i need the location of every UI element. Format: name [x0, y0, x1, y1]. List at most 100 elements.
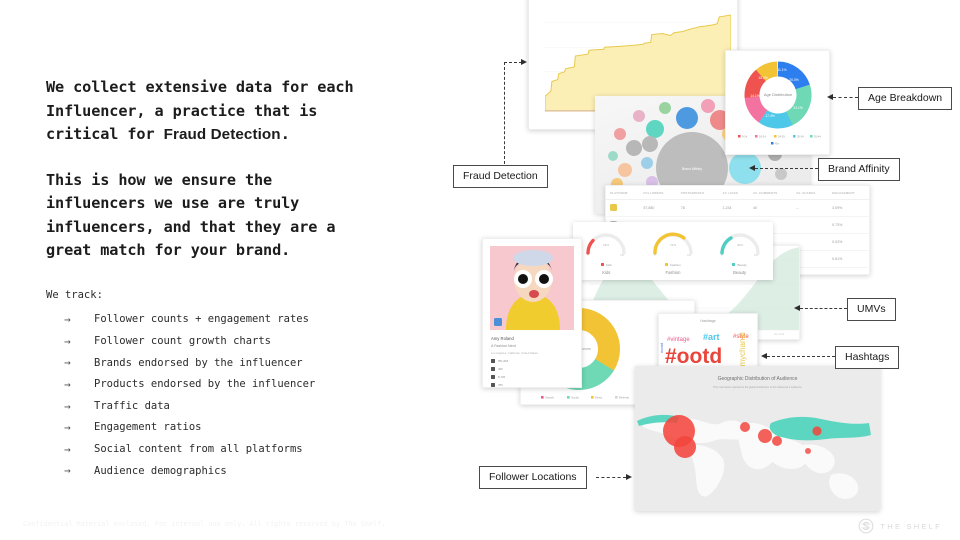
callout-brand-affinity[interactable]: Brand Affinity	[818, 158, 900, 182]
gauge-fashion-arc: 72% 0 100	[653, 232, 693, 257]
callout-hashtags[interactable]: Hashtags	[835, 346, 900, 370]
pinterest-icon	[491, 367, 495, 371]
col-av-comments: AV. COMMENTS	[749, 186, 793, 200]
gauge-fashion-key-label: Fashion	[670, 262, 681, 267]
hashtag-word: #ootd	[659, 343, 664, 353]
gauge-beauty-key-label: Beauty	[737, 262, 747, 267]
platform-icon	[610, 204, 617, 211]
list-item-label: Follower count growth charts	[94, 335, 272, 348]
svg-text:Nov 2019: Nov 2019	[774, 333, 785, 336]
leader-hashtags-arrow	[761, 353, 767, 359]
svg-text:24-29: 24-29	[778, 134, 785, 138]
profile-stat-value: 8,726	[498, 375, 505, 379]
confidential-footer: Confidential Material enclosed. For inte…	[23, 520, 386, 528]
svg-text:18%: 18%	[603, 243, 609, 247]
panel-follower-map: Geographic Distribution of Audience This…	[635, 366, 880, 511]
list-item: → Audience demographics	[46, 460, 436, 482]
list-item-label: Products endorsed by the influencer	[94, 378, 316, 391]
svg-text:15.0%: 15.0%	[758, 76, 768, 80]
cell-followers: 57,880	[639, 199, 677, 217]
cell-comments: 40	[749, 199, 793, 217]
callout-fraud-detection[interactable]: Fraud Detection	[453, 165, 548, 189]
list-item: → Brands endorsed by the influencer	[46, 352, 436, 374]
callout-age-breakdown[interactable]: Age Breakdown	[858, 87, 953, 111]
profile-stat-pinterest: 466	[491, 367, 581, 371]
brand-affinity-center-label: Brand Affinity	[682, 167, 702, 171]
profile-portrait	[490, 246, 574, 330]
age-distribution-donut-chart: Age Distribution 20.0% 23.1% 17.4% 14.1%…	[738, 61, 821, 145]
col-av-likes: AV. LIKES	[718, 186, 750, 200]
tracked-metrics-list: → Follower counts + engagement rates → Fol…	[46, 309, 436, 482]
legend-dot	[732, 263, 736, 266]
slide-root: We collect extensive data for each Influ…	[0, 0, 960, 540]
legend-dot	[665, 263, 669, 266]
we-track-label: We track:	[46, 288, 103, 301]
world-map	[637, 414, 871, 499]
arrow-icon: →	[64, 378, 71, 392]
leader-fraud-arrow	[521, 59, 527, 65]
list-item-label: Audience demographics	[94, 464, 227, 477]
svg-text:100: 100	[754, 254, 759, 256]
platform-chip-cell	[606, 199, 640, 217]
gauge-kids-arc: 18% 0 100	[586, 232, 627, 257]
dashboard-collage: Follower Growth This dashboard element i…	[440, 0, 960, 540]
arrow-icon: →	[64, 421, 71, 435]
legend-dot	[600, 263, 604, 266]
gauge-kids-key: Kids	[584, 263, 628, 267]
profile-stat-instagram: 951,618	[491, 359, 581, 363]
callout-umvs[interactable]: UMVs	[847, 298, 896, 322]
list-item: → Social content from all platforms	[46, 439, 436, 461]
col-posts-month: POSTS/MONTH	[676, 186, 719, 200]
profile-stat-value: 780	[498, 383, 503, 387]
svg-text:Search: Search	[545, 396, 554, 400]
brand-logo: THE SHELF	[858, 518, 942, 534]
gauge-kids-label: Kids	[602, 269, 611, 275]
headline-line-2: Influencer, a practice that is	[46, 101, 318, 120]
leader-brand-line	[755, 168, 818, 169]
headline-line-3: critical for Fraud Detection.	[46, 123, 436, 147]
profile-stat-value: 951,618	[498, 359, 509, 363]
table-header-row: PLATFORM FOLLOWERS POSTS/MONTH AV. LIKES…	[606, 186, 869, 200]
map-bubble	[740, 422, 750, 432]
svg-text:30-34: 30-34	[797, 134, 804, 138]
svg-text:14.1%: 14.1%	[750, 94, 760, 98]
svg-text:23.1%: 23.1%	[793, 106, 803, 110]
arrow-icon: →	[64, 464, 71, 478]
hashtag-word: #art	[703, 332, 720, 342]
gauge-beauty-label: Beauty	[733, 269, 747, 275]
arrow-icon: →	[64, 313, 71, 327]
gauge-kids-key-label: Kids	[605, 262, 612, 267]
paragraph-secondary: This is how we ensure the influencers we…	[46, 169, 436, 263]
map-bubble	[805, 448, 811, 454]
list-item: → Follower counts + engagement rates	[46, 309, 436, 331]
traffic-legend: Search Social Direct Referral	[541, 396, 629, 400]
panel-influencer-profile: Amy Roland A Fashion Nerd Los Angeles, C…	[482, 238, 582, 388]
cell-likes: 1,234	[718, 199, 750, 217]
headline-emphasis: Fraud Detection	[163, 126, 281, 144]
brand-logo-text: THE SHELF	[880, 521, 942, 531]
gauge-row: 18% 0 100 Kids Kids 72% 0 100 Fashion Fa…	[573, 222, 773, 280]
svg-text:Referral: Referral	[619, 396, 629, 400]
profile-tagline: A Fashion Nerd	[491, 344, 516, 348]
leader-fraud-vertical	[504, 62, 505, 164]
svg-text:Direct: Direct	[595, 396, 603, 400]
cell-posts: 78	[676, 199, 719, 217]
profile-stat-twitter: 8,726	[491, 375, 581, 379]
gauge-beauty: 30% 0 100 Beauty Beauty	[718, 232, 762, 275]
paragraph-line-2: influencers we use are truly	[46, 194, 300, 213]
arrow-icon: →	[64, 442, 71, 456]
cell-engagement: 0.03%	[828, 233, 869, 251]
map-bubble	[812, 426, 822, 436]
profile-name: Amy Roland	[491, 336, 514, 341]
svg-text:100: 100	[687, 254, 692, 256]
youtube-icon	[491, 383, 495, 387]
profile-photo	[490, 246, 574, 330]
svg-text:100: 100	[620, 254, 625, 256]
arrow-icon: →	[64, 334, 71, 348]
follower-growth-subtitle: This dashboard element is viewed below i…	[529, 0, 737, 1]
svg-text:0-14: 0-14	[742, 134, 748, 138]
col-platform: PLATFORM	[606, 186, 640, 200]
col-av-shares: AV. SHARES	[792, 186, 829, 200]
callout-follower-locations[interactable]: Follower Locations	[479, 466, 587, 490]
list-item-label: Brands endorsed by the influencer	[94, 356, 303, 369]
